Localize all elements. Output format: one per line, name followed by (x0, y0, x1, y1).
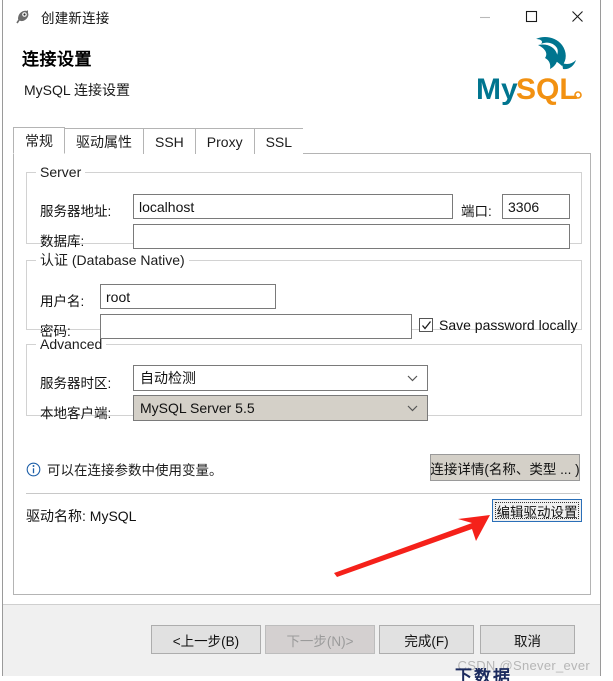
back-button[interactable]: <上一步(B) (151, 625, 261, 654)
chevron-down-icon (407, 405, 418, 411)
host-input[interactable]: localhost (133, 194, 453, 219)
port-input[interactable]: 3306 (502, 194, 570, 219)
advanced-group: Advanced 服务器时区: 自动检测 本地客户端: MySQL Server… (26, 336, 582, 421)
check-icon (421, 320, 431, 330)
local-client-value: MySQL Server 5.5 (140, 400, 255, 416)
save-password-checkbox[interactable]: Save password locally (419, 317, 578, 333)
tab-ssh[interactable]: SSH (143, 128, 196, 154)
general-tab-panel: Server 服务器地址: localhost 端口: 3306 数据库: 认证… (13, 154, 591, 595)
cancel-button[interactable]: 取消 (480, 625, 575, 654)
checkbox-box (419, 318, 433, 332)
database-input[interactable] (133, 224, 570, 249)
info-circle-icon (26, 462, 41, 480)
tab-general-label: 常规 (25, 132, 53, 149)
app-dbeaver-icon (15, 8, 32, 25)
section-divider (26, 493, 580, 494)
background-bleed-text: 下数据 (455, 668, 512, 681)
tab-driver-properties-label: 驱动属性 (76, 133, 132, 150)
host-label: 服务器地址: (40, 204, 112, 219)
timezone-combo[interactable]: 自动检测 (133, 365, 428, 391)
tab-driver-properties[interactable]: 驱动属性 (64, 128, 144, 154)
finish-button[interactable]: 完成(F) (379, 625, 474, 654)
tab-general[interactable]: 常规 (13, 127, 65, 154)
tab-ssh-label: SSH (155, 133, 184, 150)
auth-group-legend: 认证 (Database Native) (40, 252, 185, 268)
maximize-icon[interactable] (508, 0, 554, 33)
svg-text:SQL: SQL (516, 73, 578, 106)
close-icon[interactable] (554, 0, 600, 33)
window-title: 创建新连接 (41, 10, 110, 26)
local-client-combo[interactable]: MySQL Server 5.5 (133, 395, 428, 421)
title-bar: 创建新连接 (3, 0, 600, 33)
connection-details-button[interactable]: 连接详情(名称、类型 ... ) (430, 454, 580, 481)
minimize-icon[interactable] (462, 0, 508, 33)
svg-text:My: My (476, 73, 518, 106)
red-arrow-annotation (334, 515, 490, 577)
create-connection-dialog: 创建新连接 连接设置 MySQL 连接设置 My SQL 常规 驱动属性 SSH… (2, 0, 601, 676)
info-text: 可以在连接参数中使用变量。 (47, 463, 223, 478)
tab-strip: 常规 驱动属性 SSH Proxy SSL (13, 127, 591, 155)
timezone-value: 自动检测 (140, 370, 196, 386)
window-controls (462, 0, 600, 33)
tab-ssl-label: SSL (265, 133, 293, 150)
tab-strip-filler (303, 127, 591, 154)
edit-driver-settings-button[interactable]: 编辑驱动设置 (492, 499, 582, 522)
port-label: 端口: (461, 204, 492, 219)
info-row: 可以在连接参数中使用变量。 连接详情(名称、类型 ... ) (26, 454, 580, 488)
tab-proxy-label: Proxy (206, 133, 243, 150)
local-client-label: 本地客户端: (40, 406, 112, 421)
page-subtitle: MySQL 连接设置 (24, 82, 131, 98)
next-button: 下一步(N)> (265, 625, 375, 654)
save-password-label: Save password locally (439, 317, 578, 333)
mysql-logo: My SQL (474, 33, 586, 111)
server-group: Server 服务器地址: localhost 端口: 3306 数据库: (26, 164, 582, 249)
database-label: 数据库: (40, 234, 85, 249)
edit-driver-settings-label: 编辑驱动设置 (496, 504, 578, 520)
advanced-group-legend: Advanced (40, 336, 103, 352)
username-label: 用户名: (40, 294, 85, 309)
server-group-legend: Server (40, 164, 82, 180)
tab-ssl[interactable]: SSL (253, 128, 305, 154)
tab-proxy[interactable]: Proxy (194, 128, 255, 154)
page-title: 连接设置 (22, 50, 92, 69)
driver-name-label: 驱动名称: MySQL (26, 508, 137, 524)
username-input[interactable]: root (100, 284, 276, 309)
dialog-header: 连接设置 MySQL 连接设置 My SQL (3, 33, 600, 125)
dialog-footer: <上一步(B) 下一步(N)> 完成(F) 取消 CSDN @Snever_ev… (3, 604, 600, 676)
auth-group: 认证 (Database Native) 用户名: root 密码: Save … (26, 250, 582, 339)
chevron-down-icon (407, 375, 418, 381)
timezone-label: 服务器时区: (40, 376, 112, 391)
